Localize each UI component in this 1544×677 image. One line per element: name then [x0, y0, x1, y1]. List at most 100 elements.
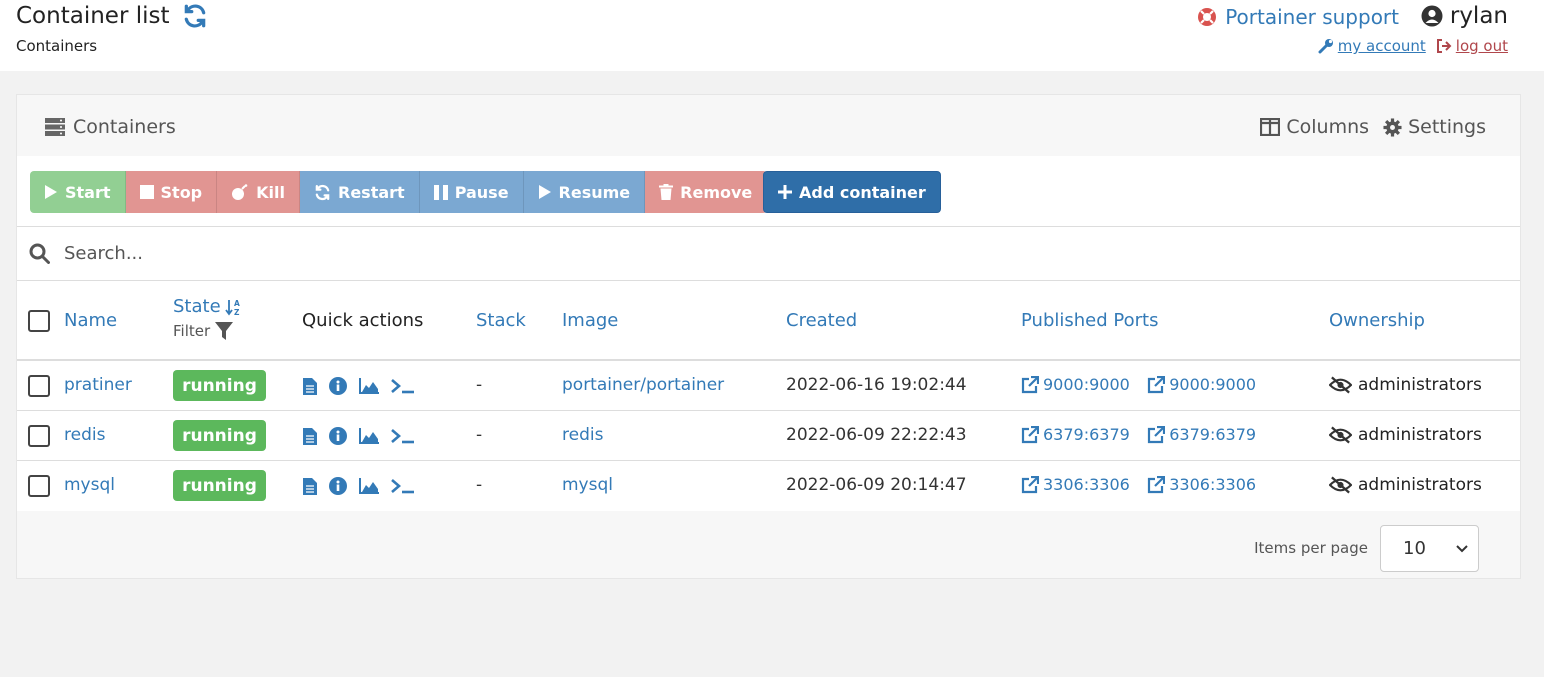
- select-all-checkbox[interactable]: [28, 310, 50, 332]
- search-bar: [17, 227, 1520, 281]
- port-link[interactable]: 6379:6379: [1021, 425, 1130, 444]
- column-ownership[interactable]: Ownership: [1329, 310, 1425, 331]
- stats-chart-icon[interactable]: [359, 378, 379, 394]
- user-icon: [1421, 5, 1443, 27]
- my-account-link[interactable]: my account: [1318, 37, 1426, 55]
- container-name-link[interactable]: mysql: [64, 475, 115, 495]
- columns-button[interactable]: Columns: [1260, 116, 1369, 138]
- add-container-button[interactable]: Add container: [763, 171, 941, 213]
- port-label: 9000:9000: [1043, 375, 1130, 394]
- quick-actions: [303, 427, 427, 445]
- ownership-value: administrators: [1358, 375, 1482, 395]
- image-link[interactable]: redis: [562, 425, 603, 445]
- widget-header: Containers Columns Settings: [17, 95, 1520, 156]
- restart-label: Restart: [338, 182, 405, 202]
- ports-cell: 6379:6379 6379:6379: [1021, 425, 1268, 449]
- sign-out-icon: [1436, 39, 1452, 53]
- items-per-page-select[interactable]: 10: [1380, 525, 1479, 572]
- column-created[interactable]: Created: [786, 310, 857, 331]
- ownership-cell: administrators: [1329, 425, 1482, 445]
- quick-actions: [303, 477, 427, 495]
- column-state[interactable]: State A Z: [173, 296, 243, 317]
- settings-button[interactable]: Settings: [1383, 116, 1486, 138]
- pause-button[interactable]: Pause: [419, 171, 524, 213]
- widget-header-actions: Columns Settings: [1246, 116, 1486, 138]
- ownership-cell: administrators: [1329, 375, 1482, 395]
- image-link[interactable]: mysql: [562, 475, 613, 495]
- stop-label: Stop: [160, 182, 203, 202]
- table-row: mysql running - mysql 2022-06-09 20:14:4…: [17, 461, 1520, 511]
- pause-icon: [433, 184, 448, 200]
- port-link[interactable]: 3306:3306: [1147, 475, 1256, 494]
- kill-button[interactable]: Kill: [217, 171, 300, 213]
- console-icon[interactable]: [391, 428, 415, 444]
- page-title-text: Container list: [16, 3, 170, 29]
- stack-value: -: [476, 475, 483, 495]
- sort-icon: A Z: [224, 299, 240, 316]
- stop-button[interactable]: Stop: [125, 171, 218, 213]
- portainer-support-link[interactable]: Portainer support: [1197, 5, 1399, 29]
- search-input[interactable]: [64, 243, 1464, 264]
- svg-text:A: A: [234, 299, 240, 308]
- container-action-buttons: Start Stop Kill Restart Pause Resume Rem…: [30, 171, 768, 213]
- stats-chart-icon[interactable]: [359, 428, 379, 444]
- port-link[interactable]: 3306:3306: [1021, 475, 1130, 494]
- action-toolbar: Start Stop Kill Restart Pause Resume Rem…: [17, 156, 1520, 227]
- items-per-page-value: 10: [1403, 538, 1426, 559]
- table-row: pratiner running - portainer/portainer 2…: [17, 361, 1520, 411]
- port-link[interactable]: 9000:9000: [1021, 375, 1130, 394]
- row-checkbox[interactable]: [28, 425, 50, 447]
- info-icon[interactable]: [329, 477, 347, 495]
- created-value: 2022-06-09 20:14:47: [786, 475, 967, 495]
- filter-icon: [215, 322, 234, 340]
- logs-icon[interactable]: [303, 377, 317, 395]
- image-link[interactable]: portainer/portainer: [562, 375, 724, 395]
- play-icon: [538, 185, 551, 199]
- remove-button[interactable]: Remove: [645, 171, 768, 213]
- restart-button[interactable]: Restart: [300, 171, 420, 213]
- info-icon[interactable]: [329, 427, 347, 445]
- start-button[interactable]: Start: [30, 171, 126, 213]
- ports-cell: 3306:3306 3306:3306: [1021, 475, 1268, 499]
- resume-button[interactable]: Resume: [523, 171, 646, 213]
- container-name-link[interactable]: pratiner: [64, 375, 132, 395]
- ownership-value: administrators: [1358, 425, 1482, 445]
- start-label: Start: [65, 182, 111, 202]
- status-badge: running: [173, 470, 266, 501]
- column-name[interactable]: Name: [64, 310, 117, 331]
- column-image[interactable]: Image: [562, 310, 618, 331]
- chevron-down-icon: [1456, 545, 1468, 553]
- plus-icon: [778, 185, 792, 199]
- row-checkbox[interactable]: [28, 475, 50, 497]
- username: rylan: [1449, 3, 1508, 29]
- column-stack[interactable]: Stack: [476, 310, 526, 331]
- created-value: 2022-06-09 22:22:43: [786, 425, 967, 445]
- info-icon[interactable]: [329, 377, 347, 395]
- port-link[interactable]: 6379:6379: [1147, 425, 1256, 444]
- account-links: my account log out: [1318, 37, 1508, 55]
- logs-icon[interactable]: [303, 477, 317, 495]
- external-link-icon: [1021, 375, 1039, 393]
- stats-chart-icon[interactable]: [359, 478, 379, 494]
- trash-icon: [659, 184, 674, 200]
- row-checkbox[interactable]: [28, 375, 50, 397]
- container-name-link[interactable]: redis: [64, 425, 105, 445]
- support-label: Portainer support: [1225, 5, 1399, 29]
- port-label: 9000:9000: [1169, 375, 1257, 394]
- widget-title: Containers: [45, 116, 176, 138]
- log-out-link[interactable]: log out: [1436, 37, 1508, 55]
- console-icon[interactable]: [391, 478, 415, 494]
- port-label: 6379:6379: [1169, 425, 1257, 444]
- console-icon[interactable]: [391, 378, 415, 394]
- logs-icon[interactable]: [303, 427, 317, 445]
- column-published-ports[interactable]: Published Ports: [1021, 310, 1158, 331]
- port-link[interactable]: 9000:9000: [1147, 375, 1256, 394]
- external-link-icon: [1148, 425, 1166, 443]
- stop-icon: [139, 185, 154, 199]
- external-link-icon: [1021, 425, 1039, 443]
- resume-label: Resume: [558, 182, 631, 202]
- refresh-icon[interactable]: [182, 3, 208, 29]
- table-header: Name State A Z Filter Quick actions Stac…: [17, 281, 1520, 361]
- status-badge: running: [173, 370, 266, 401]
- state-filter[interactable]: Filter: [173, 321, 234, 341]
